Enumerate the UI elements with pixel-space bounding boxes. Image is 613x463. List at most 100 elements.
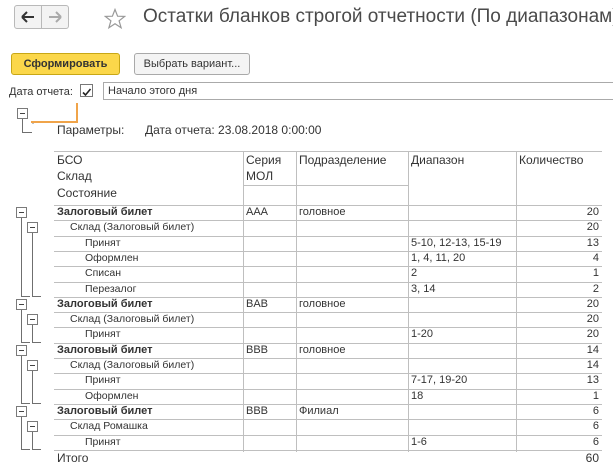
tree-line [22, 119, 23, 133]
row-qty: 6 [592, 420, 599, 433]
row-range: 1-20 [411, 328, 434, 341]
tree-line [21, 449, 30, 450]
row-name: Залоговый билет [57, 206, 153, 218]
header-sklad: Склад [57, 169, 92, 183]
tree-line [21, 417, 22, 450]
tree-line [21, 356, 22, 404]
row-division: головное [299, 206, 346, 218]
choose-variant-button[interactable]: Выбрать вариант... [134, 53, 250, 75]
collapse-subgroup-icon[interactable] [27, 421, 38, 432]
header-mol: МОЛ [246, 169, 274, 183]
row-qty: 20 [586, 313, 599, 326]
tree-line [22, 132, 32, 133]
row-col-line [296, 419, 297, 436]
row-name: Списан [85, 267, 122, 280]
row-col-line [408, 266, 409, 283]
row-range: 5-10, 12-13, 15-19 [411, 236, 502, 249]
row-qty: 6 [592, 435, 599, 448]
row-series: AAA [246, 206, 269, 218]
window-title: Остатки бланков строгой отчетности (По д… [143, 6, 613, 27]
tree-line [32, 432, 33, 450]
row-col-line [516, 327, 517, 344]
row-name: Залоговый билет [57, 297, 153, 310]
row-col-line [408, 435, 409, 452]
row-qty: 1 [592, 267, 599, 280]
tree-line [32, 325, 33, 343]
row-qty: 13 [586, 374, 599, 387]
collapse-params-icon[interactable] [17, 108, 28, 119]
favorite-star-icon[interactable] [103, 7, 127, 35]
row-col-line [243, 266, 244, 283]
row-name: Принят [85, 435, 121, 448]
row-col-line [408, 419, 409, 436]
header-top-line [54, 151, 602, 152]
params-value: Дата отчета: 23.08.2018 0:00:00 [145, 123, 322, 137]
report-spreadsheet[interactable]: Параметры: Дата отчета: 23.08.2018 0:00:0… [0, 103, 613, 463]
collapse-group-icon[interactable] [16, 299, 27, 310]
row-series: BBB [246, 404, 269, 417]
tree-line [21, 218, 22, 297]
header-col-line-1 [296, 151, 297, 205]
header-state: Состояние [57, 186, 117, 200]
header-col-line-0 [243, 151, 244, 205]
checkmark-icon [82, 88, 92, 97]
forward-button[interactable] [41, 5, 69, 29]
date-label: Дата отчета: [9, 86, 73, 98]
date-field[interactable]: Начало этого дня [103, 82, 613, 100]
generate-button[interactable]: Сформировать [11, 53, 120, 75]
tree-line [32, 233, 33, 297]
row-col-line [243, 419, 244, 436]
row-name: Склад (Залоговый билет) [70, 359, 195, 371]
row-name: Залоговый билет [57, 404, 153, 417]
row-name: Принят [85, 328, 121, 341]
row-range: 2 [411, 267, 418, 280]
row-name: Склад (Залоговый билет) [70, 313, 195, 326]
row-qty: 14 [586, 359, 599, 371]
total-label: Итого [57, 450, 89, 463]
row-col-line [243, 373, 244, 390]
header-col-line-2 [408, 151, 409, 205]
collapse-group-icon[interactable] [16, 345, 27, 356]
row-col-line [296, 327, 297, 344]
tree-line [32, 342, 41, 343]
header-range: Диапазон [411, 153, 465, 167]
row-col-line [408, 327, 409, 344]
header-mid-line [243, 185, 408, 186]
header-col-line-3 [516, 151, 517, 205]
tree-line [21, 296, 30, 297]
collapse-subgroup-icon[interactable] [27, 360, 38, 371]
row-col-line [516, 220, 517, 237]
row-name: Оформлен [85, 251, 139, 264]
row-qty: 20 [586, 221, 599, 234]
params-label: Параметры: [57, 123, 125, 137]
tree-line [32, 403, 41, 404]
row-range: 18 [411, 389, 424, 402]
row-qty: 13 [586, 236, 599, 249]
collapse-group-icon[interactable] [16, 207, 27, 218]
row-division: головное [299, 343, 346, 356]
row-qty: 2 [592, 282, 599, 295]
row-name: Залоговый билет [57, 343, 153, 356]
row-qty: 20 [586, 206, 599, 218]
row-series: BAB [246, 297, 269, 310]
row-col-line [408, 220, 409, 237]
row-col-line [296, 373, 297, 390]
collapse-subgroup-icon[interactable] [27, 314, 38, 325]
row-range: 1, 4, 11, 20 [411, 251, 466, 264]
arrow-left-icon [21, 11, 34, 23]
back-button[interactable] [14, 5, 42, 29]
row-col-line [516, 435, 517, 452]
row-qty: 20 [586, 297, 599, 310]
date-checkbox[interactable] [80, 84, 93, 97]
row-name: Склад (Залоговый билет) [70, 221, 195, 234]
collapse-subgroup-icon[interactable] [27, 222, 38, 233]
collapse-group-icon[interactable] [16, 406, 27, 417]
tree-line [32, 371, 33, 404]
selected-cell-marker [31, 103, 78, 123]
row-name: Оформлен [85, 389, 139, 402]
row-name: Принят [85, 236, 121, 249]
row-range: 3, 14 [411, 282, 436, 295]
row-col-line [408, 373, 409, 390]
row-col-line [243, 327, 244, 344]
header-qty: Количество [519, 153, 584, 167]
